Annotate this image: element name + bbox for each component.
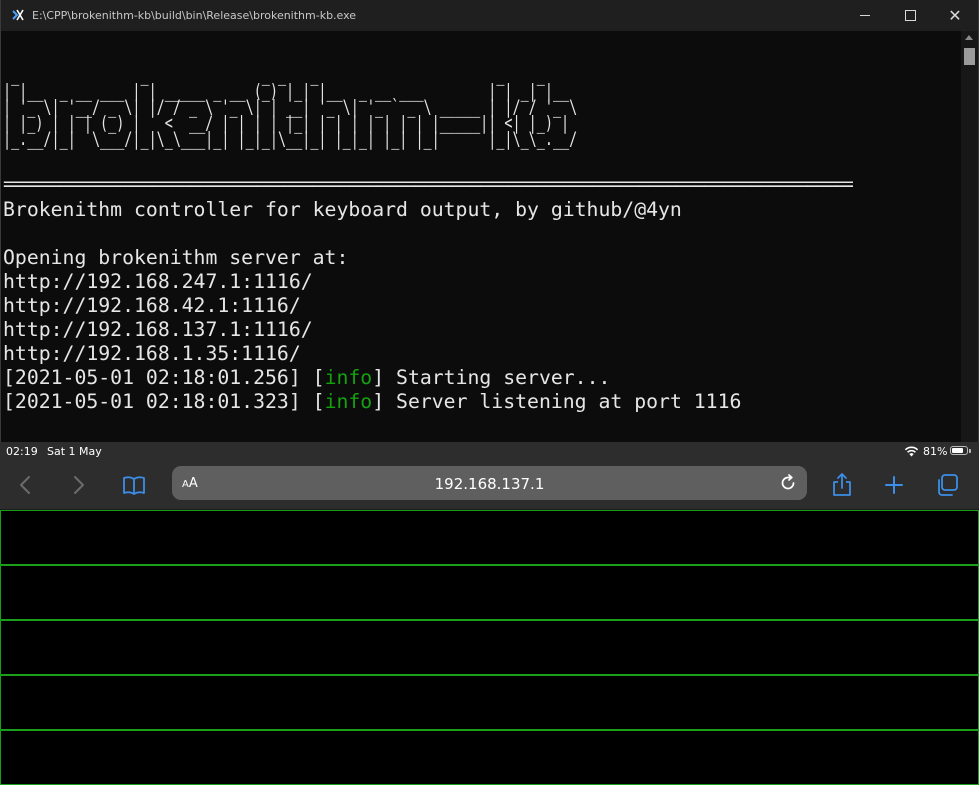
bookmarks-book-icon[interactable] [121,472,147,498]
terminal-window: E:\CPP\brokenithm-kb\build\bin\Release\b… [0,0,979,442]
back-chevron-icon[interactable] [13,472,39,498]
title-bar[interactable]: E:\CPP\brokenithm-kb\build\bin\Release\b… [1,0,978,31]
log-line: [2021-05-01 02:18:01.323] [info] Server … [3,390,741,414]
tabs-overview-icon[interactable] [934,472,960,498]
app-icon [11,8,25,22]
window-title: E:\CPP\brokenithm-kb\build\bin\Release\b… [32,9,357,22]
ascii-banner: _ _ _ _ _ _ _ | |__ _ __ ___ | | _____ _… [3,64,578,150]
maximize-button[interactable] [887,0,933,31]
log-bracket-open: [ [300,390,325,413]
ipad-safari-screen: 02:19 Sat 1 May 81% AA 192.168.137.1 [0,442,979,785]
log-level: info [324,390,373,413]
forward-chevron-icon[interactable] [65,472,91,498]
new-tab-plus-icon[interactable] [881,472,907,498]
safari-toolbar: AA 192.168.137.1 [0,461,979,510]
status-time: 02:19 [6,445,38,458]
touch-row[interactable] [0,675,979,730]
url-text: 192.168.137.1 [434,475,545,493]
close-icon: ✕ [948,5,962,25]
battery-percentage: 81% [923,445,948,458]
share-icon[interactable] [829,472,855,498]
scroll-thumb[interactable] [964,48,975,65]
touch-row[interactable] [0,510,979,565]
reload-icon[interactable] [779,474,797,492]
battery-level [952,448,963,453]
banner-separator: ========================================… [3,175,853,193]
log-bracket-open: [ [300,366,325,389]
log-line: [2021-05-01 02:18:01.256] [info] Startin… [3,366,610,390]
log-bracket-close: ] [372,390,397,413]
log-timestamp: [2021-05-01 02:18:01.323] [3,390,301,413]
vertical-scrollbar[interactable] [961,31,978,442]
console-line-opening: Opening brokenithm server at: [3,246,349,269]
console-line-url: http://192.168.247.1:1116/ [3,270,313,293]
console-line-url: http://192.168.42.1:1116/ [3,294,301,317]
log-message: Starting server... [396,366,611,389]
log-level: info [324,366,373,389]
close-button[interactable]: ✕ [932,0,978,31]
console-line-url: http://192.168.137.1:1116/ [3,318,313,341]
battery-icon [950,446,968,455]
log-timestamp: [2021-05-01 02:18:01.256] [3,366,301,389]
wifi-icon [904,446,919,457]
touch-row[interactable] [0,730,979,785]
console-output[interactable]: _ _ _ _ _ _ _ | |__ _ __ ___ | | _____ _… [2,31,961,442]
scroll-up-arrow-icon[interactable] [965,35,973,40]
address-bar[interactable]: AA 192.168.137.1 [172,466,807,500]
console-line-url: http://192.168.1.35:1116/ [3,342,301,365]
touch-row[interactable] [0,620,979,675]
status-bar: 02:19 Sat 1 May 81% [0,442,979,461]
log-bracket-close: ] [372,366,397,389]
brokenithm-touch-area[interactable] [0,510,979,785]
maximize-icon [904,10,916,21]
touch-row[interactable] [0,565,979,620]
console-line-description: Brokenithm controller for keyboard outpu… [3,198,682,221]
minimize-button[interactable] [842,0,888,31]
minimize-icon [860,15,870,16]
battery-tip [969,449,971,453]
status-date: Sat 1 May [47,445,102,458]
log-message: Server listening at port 1116 [396,390,742,413]
